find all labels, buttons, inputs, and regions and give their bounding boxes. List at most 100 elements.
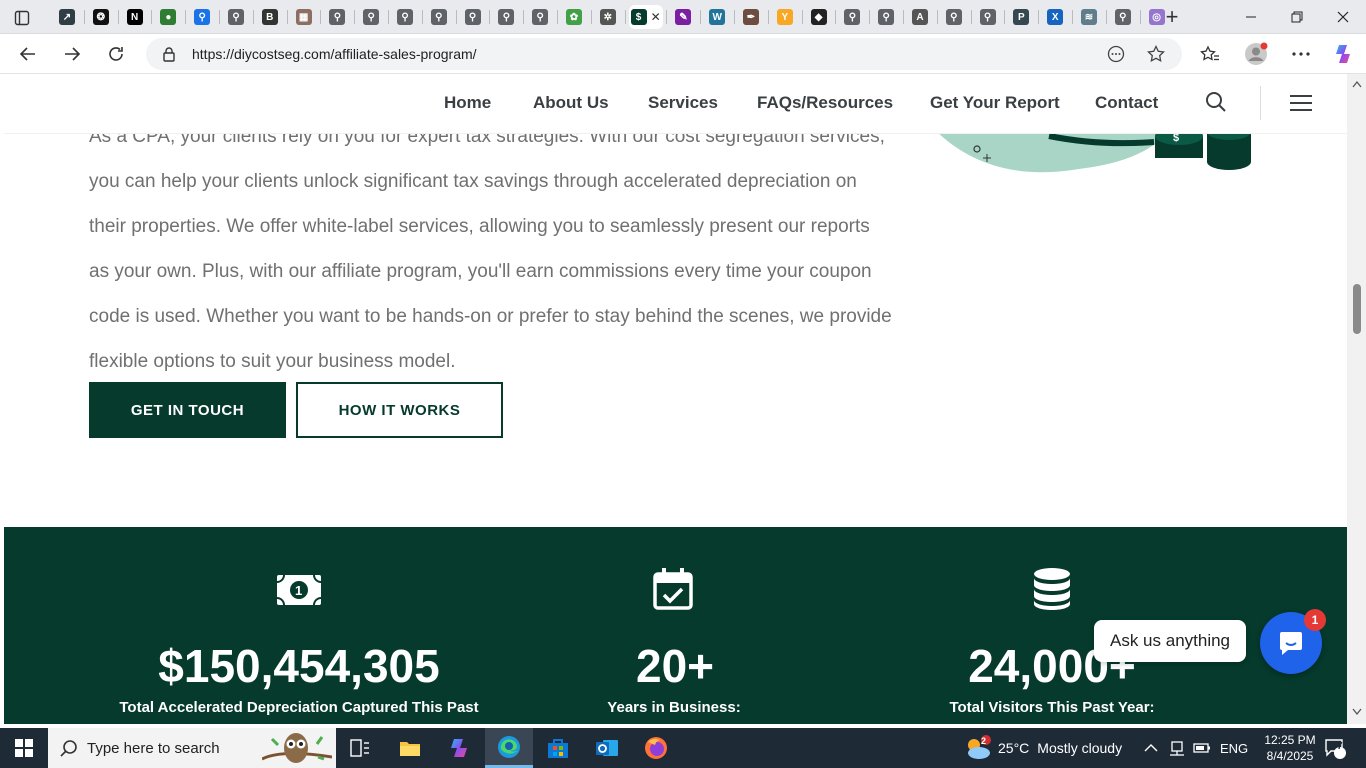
file-explorer-button[interactable] xyxy=(386,728,434,768)
browser-tab[interactable]: W xyxy=(704,5,730,29)
outlook-button[interactable] xyxy=(583,728,631,768)
folder-icon xyxy=(400,742,420,756)
microsoft-store-button[interactable] xyxy=(534,728,582,768)
browser-tab[interactable]: ⚲ xyxy=(975,5,1001,29)
tab-separator xyxy=(489,10,491,24)
close-window-button[interactable] xyxy=(1320,0,1366,34)
minimize-button[interactable] xyxy=(1228,0,1274,34)
tab-separator xyxy=(1105,10,1107,24)
profile-button[interactable] xyxy=(1240,38,1272,70)
search-tab-icon: ⚲ xyxy=(844,9,861,25)
tab-actions-button[interactable] xyxy=(4,6,40,30)
firefox-button[interactable] xyxy=(632,728,680,768)
taskbar-search-placeholder[interactable]: Type here to search xyxy=(87,740,220,757)
stat-years-value: 20+ xyxy=(635,640,715,692)
windows-logo-icon xyxy=(15,739,33,757)
task-view-button[interactable] xyxy=(336,728,384,768)
edge-taskbar-button[interactable] xyxy=(485,728,533,768)
stat-visitors-label: Total Visitors This Past Year: xyxy=(949,699,1155,716)
b-icon: B xyxy=(261,9,278,25)
browser-tab[interactable]: ≋ xyxy=(1076,5,1102,29)
browser-tab[interactable]: ⚲ xyxy=(873,5,899,29)
scroll-down-icon[interactable] xyxy=(1352,708,1362,716)
browser-tab[interactable]: ⚲ xyxy=(1110,5,1136,29)
browser-tab[interactable]: ✎ xyxy=(670,5,696,29)
back-button[interactable] xyxy=(12,38,44,70)
browser-tab[interactable]: ↗ xyxy=(54,5,80,29)
battery-tray-button[interactable] xyxy=(1193,728,1211,768)
browser-tab[interactable]: ⚲ xyxy=(527,5,553,29)
menu-about-us[interactable]: About Us xyxy=(533,93,609,113)
browser-tab[interactable]: B xyxy=(257,5,283,29)
browser-tab[interactable]: ⚲ xyxy=(839,5,865,29)
browser-tab-active[interactable]: $ ✕ xyxy=(628,5,663,29)
tab-separator xyxy=(903,10,904,24)
clock[interactable]: 12:25 PM 8/4/2025 xyxy=(1258,728,1322,768)
browser-tab[interactable]: ▦ xyxy=(291,5,317,29)
browser-tab[interactable]: ⚲ xyxy=(426,5,452,29)
favorite-star-icon[interactable] xyxy=(1147,45,1165,63)
start-button[interactable] xyxy=(0,728,48,768)
restore-button[interactable] xyxy=(1274,0,1320,34)
copilot-button[interactable] xyxy=(1328,38,1360,70)
notification-center-button[interactable]: 7 xyxy=(1324,728,1346,768)
menu-contact[interactable]: Contact xyxy=(1095,93,1158,113)
show-hidden-icons-button[interactable] xyxy=(1144,728,1158,768)
weather-widget[interactable]: 2 25°C Mostly cloudy xyxy=(962,728,1122,768)
taskbar-search-box[interactable]: Type here to search xyxy=(48,728,336,768)
calendar-check-icon xyxy=(653,568,693,610)
copilot-icon xyxy=(1336,45,1350,63)
browser-tab[interactable]: ⚲ xyxy=(324,5,350,29)
browser-tab[interactable]: ⚲ xyxy=(493,5,519,29)
network-tray-button[interactable] xyxy=(1168,728,1186,768)
browser-tab[interactable]: ⚲ xyxy=(189,5,215,29)
settings-more-button[interactable] xyxy=(1285,38,1317,70)
browser-tab[interactable]: ⚲ xyxy=(223,5,249,29)
get-in-touch-button[interactable]: GET IN TOUCH xyxy=(89,382,286,438)
language-indicator[interactable]: ENG xyxy=(1220,728,1248,768)
browser-tab[interactable]: ◆ xyxy=(806,5,832,29)
forward-button[interactable] xyxy=(56,38,88,70)
browser-tab[interactable]: ✲ xyxy=(595,5,621,29)
menu-services[interactable]: Services xyxy=(648,93,718,113)
hamburger-menu-icon[interactable] xyxy=(1290,94,1312,112)
browser-tab[interactable]: ⚲ xyxy=(392,5,418,29)
page-scrollbar[interactable] xyxy=(1347,74,1366,724)
scroll-up-icon[interactable] xyxy=(1352,80,1362,88)
browser-tab[interactable]: P xyxy=(1008,5,1034,29)
refresh-button[interactable] xyxy=(100,38,132,70)
tab-separator xyxy=(286,10,288,24)
favorites-button[interactable] xyxy=(1194,38,1226,70)
browser-tab[interactable]: X xyxy=(1042,5,1068,29)
menu-get-your-report[interactable]: Get Your Report xyxy=(930,93,1060,113)
browser-tab[interactable]: Y xyxy=(772,5,798,29)
reading-options-icon[interactable] xyxy=(1107,45,1125,63)
search-tab-icon: ⚲ xyxy=(1114,9,1131,25)
menu-faqs-resources[interactable]: FAQs/Resources xyxy=(757,93,893,113)
search-tab-icon: ⚲ xyxy=(397,9,413,25)
url-text[interactable]: https://diycostseg.com/affiliate-sales-p… xyxy=(192,46,477,62)
menu-home[interactable]: Home xyxy=(444,93,491,113)
browser-tab[interactable]: ❂ xyxy=(88,5,114,29)
address-bar[interactable]: https://diycostseg.com/affiliate-sales-p… xyxy=(146,38,1182,70)
how-it-works-button[interactable]: HOW IT WORKS xyxy=(296,382,503,438)
search-tab-icon: ⚲ xyxy=(979,9,996,25)
browser-tab[interactable]: ✿ xyxy=(561,5,587,29)
chat-prompt[interactable]: Ask us anything xyxy=(1094,620,1247,662)
purple-app-icon: ✎ xyxy=(675,9,692,25)
browser-tab[interactable]: ⚲ xyxy=(460,5,486,29)
scroll-thumb[interactable] xyxy=(1353,284,1361,334)
browser-tab[interactable]: A xyxy=(907,5,933,29)
site-search-icon[interactable] xyxy=(1205,91,1227,113)
browser-tab[interactable]: ⚲ xyxy=(941,5,967,29)
browser-tab[interactable]: ⚲ xyxy=(358,5,384,29)
browser-tab[interactable]: ✒ xyxy=(738,5,764,29)
tab-separator xyxy=(185,10,187,24)
tab-strip: ↗ ❂ N ● ⚲ ⚲ B ▦ ⚲ ⚲ ⚲ ⚲ ⚲ ⚲ ⚲ ✿ ✲ $ ✕ ✎ W ✒ Y ◆ ⚲ ⚲ A ⚲ ⚲ P X ≋ ⚲ ◎ + xyxy=(0,0,1366,34)
close-tab-icon[interactable]: ✕ xyxy=(651,10,661,24)
copilot-taskbar-button[interactable] xyxy=(435,728,483,768)
browser-tab[interactable]: N xyxy=(122,5,148,29)
tab-separator xyxy=(1038,10,1040,24)
new-tab-button[interactable]: + xyxy=(1160,4,1184,29)
browser-tab[interactable]: ● xyxy=(155,5,181,29)
